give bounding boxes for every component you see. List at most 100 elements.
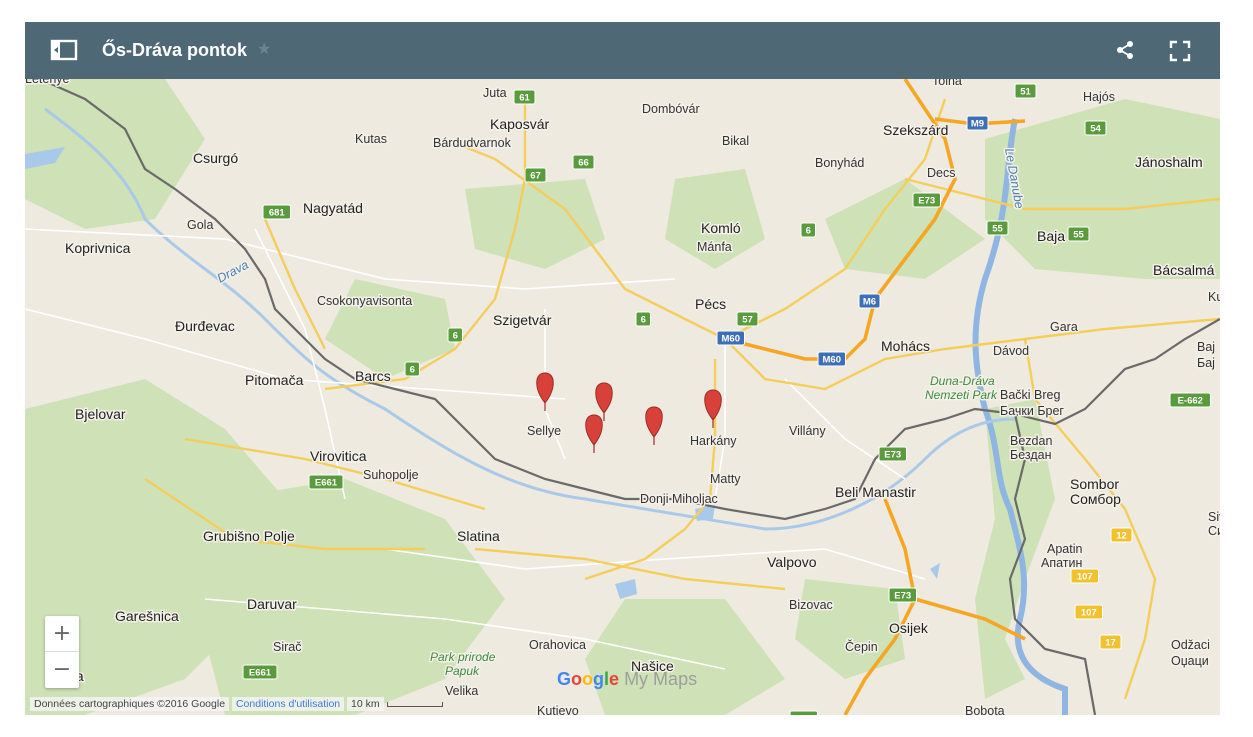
city-label-odzaci: Odžaci [1171,638,1210,652]
city-label-valpovo: Valpovo [767,554,817,570]
city-label-janoshalma: Jánoshalm [1135,154,1203,170]
map-footer: Données cartographiques ©2016 Google Con… [30,697,443,714]
park-label-papuk-2: Papuk [445,664,480,678]
city-label-manfa: Mánfa [697,240,732,254]
city-label-odzaci-cyr: Оџаци [1171,654,1209,668]
city-label-decs: Decs [927,166,955,180]
road-shield-r61: 61 [513,89,536,105]
road-shield-e661a: E661 [308,474,344,490]
map-frame: 61 51 66 67 54 M9 681 E73 6 55 55 M6 6 57 M60 M60 6 6 E-66… [25,22,1220,715]
map-pin-1[interactable]: Ős-Dráva pont 1 [536,372,554,411]
city-label-bonyhad: Bonyhád [815,156,864,170]
road-shield-label: 57 [742,315,753,326]
road-shield-label: M60 [823,355,841,366]
road-shield-r107b: 107 [1074,604,1103,620]
city-label-komlo: Komló [701,220,741,236]
city-label-pitomaca: Pitomača [245,372,304,388]
road-shield-m60a: M60 [716,330,745,346]
mymaps-logo-text: My Maps [624,669,698,689]
road-shield-e661b: E661 [242,664,278,680]
scale-bar [386,701,443,707]
city-label-sombor-cyr: Сомбор [1070,491,1121,507]
river-label-drava: Drava [215,258,251,286]
map-canvas[interactable]: 6151666754M9681E736 5555M66 57M60M6066E-66… [25,79,1220,715]
city-label-juta: Juta [483,86,507,100]
city-label-bezdan-cyr: Бездан [1010,448,1052,462]
city-label-bardudvarnok: Bárdudvarnok [433,136,512,150]
city-label-tolna: Tolna [932,79,962,88]
city-label-kaposvar: Kaposvár [490,116,549,132]
map-pin-3[interactable]: Ős-Dráva pont 3 [585,414,603,453]
park-label-papuk-1: Park prirode [430,650,496,664]
road-shield-e73a: E73 [912,192,941,208]
road-shield-r107a: 107 [1070,568,1099,584]
city-label-mohacs: Mohács [881,338,930,354]
map-title: Ős-Dráva pontok [102,40,248,60]
star-icon[interactable]: ★ [257,39,271,59]
terms-link[interactable]: Conditions d'utilisation [231,697,345,711]
road-shield-r6a: 6 [800,222,816,238]
google-my-maps-logo: Google My Maps [557,669,697,690]
road-shield-label: E661 [315,478,338,489]
map-pin-5[interactable]: Ős-Dráva pont 5 [704,389,722,428]
road-shield-r681: 681 [262,204,291,220]
city-label-bjelovar: Bjelovar [75,406,126,422]
city-label-bikal: Bikal [722,134,749,148]
city-label-villany: Villány [789,424,826,438]
road-shield-label: 67 [530,171,541,182]
city-label-baj1: Baj [1197,340,1215,354]
city-label-csokonyavisonta: Csokonyavisonta [317,294,412,308]
road-shield-label: 6 [806,226,811,237]
city-label-grubisno-polje: Grubišno Polje [203,528,295,544]
city-label-apatin-cyr: Апатин [1041,556,1082,570]
city-label-suhopolje: Suhopolje [363,468,419,482]
park-label-duna-drava-1: Duna-Dráva [930,374,995,388]
city-label-garesnica: Garešnica [115,608,179,624]
city-label-gara: Gara [1050,320,1078,334]
google-logo-letter: g [593,669,605,689]
city-label-matty: Matty [710,472,741,486]
road-shield-r67: 67 [524,167,547,183]
city-label-apatin: Apatin [1047,542,1082,556]
city-label-cepin: Čepin [845,639,878,654]
city-label-sombor: Sombor [1070,476,1119,492]
zoom-out-button[interactable]: − [45,652,79,687]
city-label-szigetvar: Szigetvár [493,312,552,328]
share-icon[interactable] [1115,40,1135,60]
city-label-harkany: Harkány [690,434,737,448]
zoom-control: + − [45,616,79,688]
city-label-bacsalmas: Bácsalmá [1153,262,1215,278]
map-pin-4[interactable]: Ős-Dráva pont 4 [645,406,663,445]
zoom-in-button[interactable]: + [45,616,79,651]
road-shield-label: 55 [992,224,1003,235]
city-label-osijek: Osijek [889,620,929,636]
city-label-siva-cyr: Сива [1208,524,1220,538]
city-label-virovitica: Virovitica [310,448,367,464]
road-shield-label: 55 [1073,230,1084,241]
city-label-barcs: Barcs [355,368,391,384]
road-shield-label: 12 [1116,531,1127,542]
road-shield-e73d: E73 [789,710,818,715]
city-label-csurgo: Csurgó [193,150,238,166]
road-shield-r66: 66 [572,154,595,170]
city-label-bobota: Bobota [965,704,1005,715]
road-shield-label: M60 [722,334,740,345]
city-label-hajos: Hajós [1083,90,1115,104]
city-label-davod: Dávod [993,344,1029,358]
road-shield-r51: 51 [1014,83,1037,99]
city-label-pecs: Pécs [695,296,726,312]
map-pin-2[interactable]: Ős-Dráva pont 2 [595,382,613,421]
city-label-velika: Velika [445,684,478,698]
road-shield-label: 61 [519,93,530,104]
road-shield-label: 17 [1105,638,1116,649]
road-shield-m9: M9 [966,115,989,131]
fullscreen-icon[interactable] [1169,40,1191,62]
city-label-backi-breg: Bački Breg [1000,388,1060,402]
city-label-beli-manastir: Beli Manastir [835,484,916,500]
city-label-bezdan: Bezdan [1010,434,1052,448]
sidebar-toggle-icon[interactable] [50,39,78,61]
google-logo-letter: o [582,669,594,689]
attribution-text: Données cartographiques ©2016 Google [30,697,230,711]
road-shield-e662: E-662 [1169,392,1211,408]
city-label-durdevac: Đurđevac [175,318,235,334]
